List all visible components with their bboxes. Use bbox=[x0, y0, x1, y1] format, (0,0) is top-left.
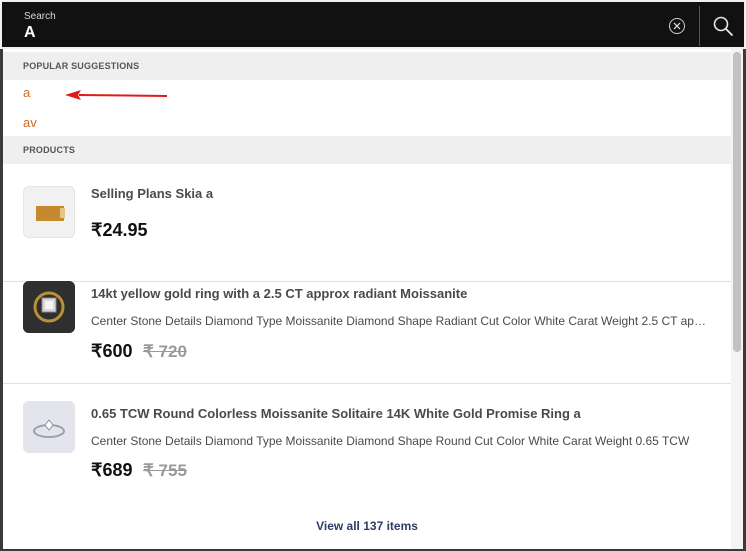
search-label: Search bbox=[24, 11, 56, 22]
products-title: PRODUCTS bbox=[23, 145, 76, 155]
products-header: PRODUCTS bbox=[3, 136, 731, 164]
suggestion-item[interactable]: av bbox=[23, 115, 37, 130]
popular-suggestions-header: POPULAR SUGGESTIONS bbox=[3, 52, 731, 80]
view-all-link[interactable]: View all 137 items bbox=[3, 504, 731, 549]
product-price: ₹600 bbox=[91, 341, 133, 361]
search-button[interactable] bbox=[712, 15, 734, 37]
search-results-dropdown: POPULAR SUGGESTIONS a av PRODUCTS Sellin… bbox=[3, 49, 743, 549]
product-row[interactable]: 0.65 TCW Round Colorless Moissanite Soli… bbox=[3, 384, 731, 504]
product-title: 0.65 TCW Round Colorless Moissanite Soli… bbox=[91, 406, 581, 421]
search-bar: Search A bbox=[0, 0, 746, 49]
product-thumbnail bbox=[23, 401, 75, 453]
product-row[interactable]: 14kt yellow gold ring with a 2.5 CT appr… bbox=[3, 264, 731, 384]
product-price: ₹24.95 bbox=[91, 220, 148, 240]
scrollbar-thumb[interactable] bbox=[733, 52, 741, 352]
product-title: Selling Plans Skia a bbox=[91, 186, 214, 201]
close-icon bbox=[673, 22, 681, 30]
product-title: 14kt yellow gold ring with a 2.5 CT appr… bbox=[91, 286, 468, 301]
product-thumbnail bbox=[23, 186, 75, 238]
product-description: Center Stone Details Diamond Type Moissa… bbox=[91, 314, 711, 328]
product-price: ₹689 bbox=[91, 460, 133, 480]
product-thumbnail bbox=[23, 281, 75, 333]
clear-search-button[interactable] bbox=[669, 18, 685, 34]
red-arrow-icon bbox=[65, 90, 168, 100]
product-compare-price: ₹ 755 bbox=[143, 461, 187, 480]
search-input[interactable]: A bbox=[24, 24, 36, 42]
search-icon bbox=[713, 16, 733, 36]
product-description: Center Stone Details Diamond Type Moissa… bbox=[91, 434, 690, 448]
suggestion-item[interactable]: a bbox=[23, 85, 30, 100]
product-compare-price: ₹ 720 bbox=[143, 342, 187, 361]
search-bar-divider bbox=[699, 6, 700, 46]
popular-suggestions-title: POPULAR SUGGESTIONS bbox=[23, 61, 140, 71]
